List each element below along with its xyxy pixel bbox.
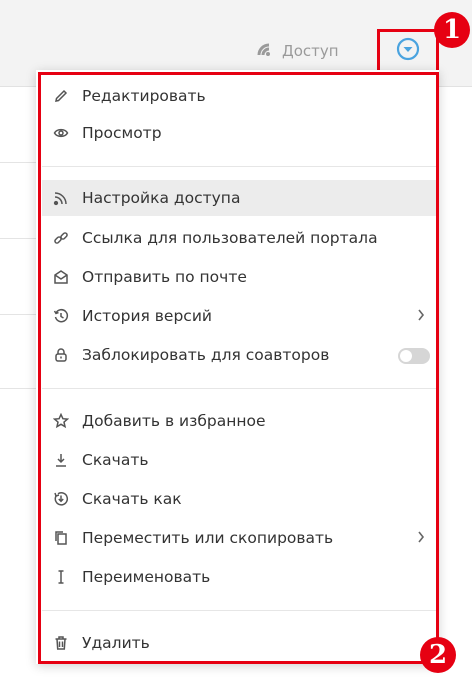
chevron-down-circle-icon xyxy=(396,37,420,65)
download-icon xyxy=(52,451,70,469)
copy-icon xyxy=(52,529,70,547)
download-as-icon xyxy=(52,490,70,508)
row-divider xyxy=(0,388,40,389)
menu-item-label: Просмотр xyxy=(82,124,162,142)
link-icon xyxy=(52,229,70,247)
file-actions-dropdown-button[interactable] xyxy=(377,29,439,73)
menu-item-label: Ссылка для пользователей портала xyxy=(82,229,378,247)
menu-item-label: Удалить xyxy=(82,634,150,652)
menu-item-label: Настройка доступа xyxy=(82,189,241,207)
history-icon xyxy=(52,307,70,325)
menu-item-portal-link[interactable]: Ссылка для пользователей портала xyxy=(42,220,436,256)
eye-icon xyxy=(52,124,70,142)
menu-item-label: Отправить по почте xyxy=(82,268,247,286)
menu-item-lock-coauthors[interactable]: Заблокировать для соавторов xyxy=(42,337,436,373)
annotation-badge-2: 2 xyxy=(420,637,456,673)
menu-item-label: Заблокировать для соавторов xyxy=(82,346,330,364)
menu-item-send-email[interactable]: Отправить по почте xyxy=(42,259,436,295)
menu-item-download[interactable]: Скачать xyxy=(42,442,436,478)
lock-icon xyxy=(52,346,70,364)
annotation-badge-1: 1 xyxy=(434,12,470,48)
row-divider xyxy=(0,238,40,239)
star-icon xyxy=(52,412,70,430)
rss-icon xyxy=(256,41,276,61)
envelope-icon xyxy=(52,268,70,286)
row-divider xyxy=(0,162,40,163)
menu-item-label: Скачать как xyxy=(82,490,182,508)
menu-item-label: Скачать xyxy=(82,451,149,469)
menu-item-download-as[interactable]: Скачать как xyxy=(42,481,436,517)
menu-item-delete[interactable]: Удалить xyxy=(42,625,436,661)
menu-separator xyxy=(42,388,436,389)
menu-item-add-favorites[interactable]: Добавить в избранное xyxy=(42,403,436,439)
access-label: Доступ xyxy=(282,42,339,60)
menu-separator xyxy=(42,610,436,611)
menu-item-label: История версий xyxy=(82,307,212,325)
menu-item-view[interactable]: Просмотр xyxy=(42,115,436,151)
menu-item-label: Редактировать xyxy=(82,87,206,105)
menu-item-version-history[interactable]: История версий xyxy=(42,298,436,334)
rss-icon xyxy=(52,189,70,207)
menu-separator xyxy=(42,166,436,167)
row-divider xyxy=(0,314,40,315)
trash-icon xyxy=(52,634,70,652)
menu-item-move-copy[interactable]: Переместить или скопировать xyxy=(42,520,436,556)
menu-item-access-settings[interactable]: Настройка доступа xyxy=(42,180,436,216)
text-cursor-icon xyxy=(52,568,70,586)
menu-item-label: Добавить в избранное xyxy=(82,412,266,430)
chevron-right-icon xyxy=(416,307,430,325)
menu-item-label: Переименовать xyxy=(82,568,211,586)
lock-toggle-switch[interactable] xyxy=(398,348,430,364)
menu-item-rename[interactable]: Переименовать xyxy=(42,559,436,595)
menu-item-edit[interactable]: Редактировать xyxy=(42,78,436,114)
pencil-icon xyxy=(52,87,70,105)
access-button[interactable]: Доступ xyxy=(256,40,339,62)
menu-item-label: Переместить или скопировать xyxy=(82,529,334,547)
chevron-right-icon xyxy=(416,529,430,547)
